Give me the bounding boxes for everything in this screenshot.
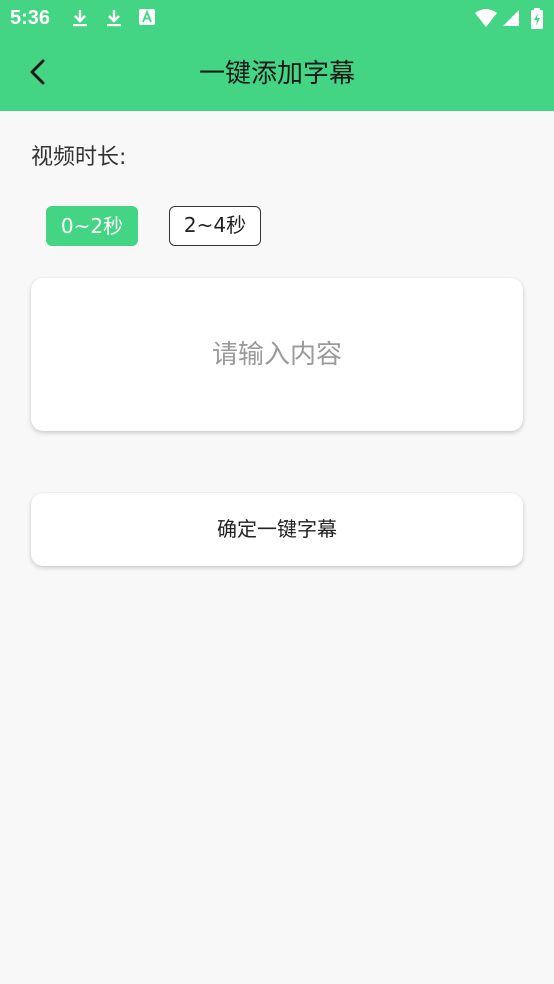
content-input-card <box>31 278 523 431</box>
duration-label: 视频时长: <box>31 145 127 170</box>
cellular-signal-icon <box>502 8 520 28</box>
duration-option-0-2s[interactable]: 0~2秒 <box>46 206 138 246</box>
confirm-subtitle-button[interactable]: 确定一键字幕 <box>31 493 523 566</box>
wifi-icon <box>474 8 498 28</box>
status-bar: 5:36 <box>0 0 554 36</box>
status-time: 5:36 <box>10 7 51 29</box>
duration-option-2-4s[interactable]: 2~4秒 <box>169 206 261 246</box>
download-icon <box>70 8 90 28</box>
battery-charging-icon <box>530 8 544 29</box>
text-notification-icon <box>138 8 158 28</box>
page-title: 一键添加字幕 <box>198 59 355 89</box>
content-input[interactable] <box>31 278 523 431</box>
app-bar: 一键添加字幕 <box>0 36 554 111</box>
download-icon <box>104 8 124 28</box>
